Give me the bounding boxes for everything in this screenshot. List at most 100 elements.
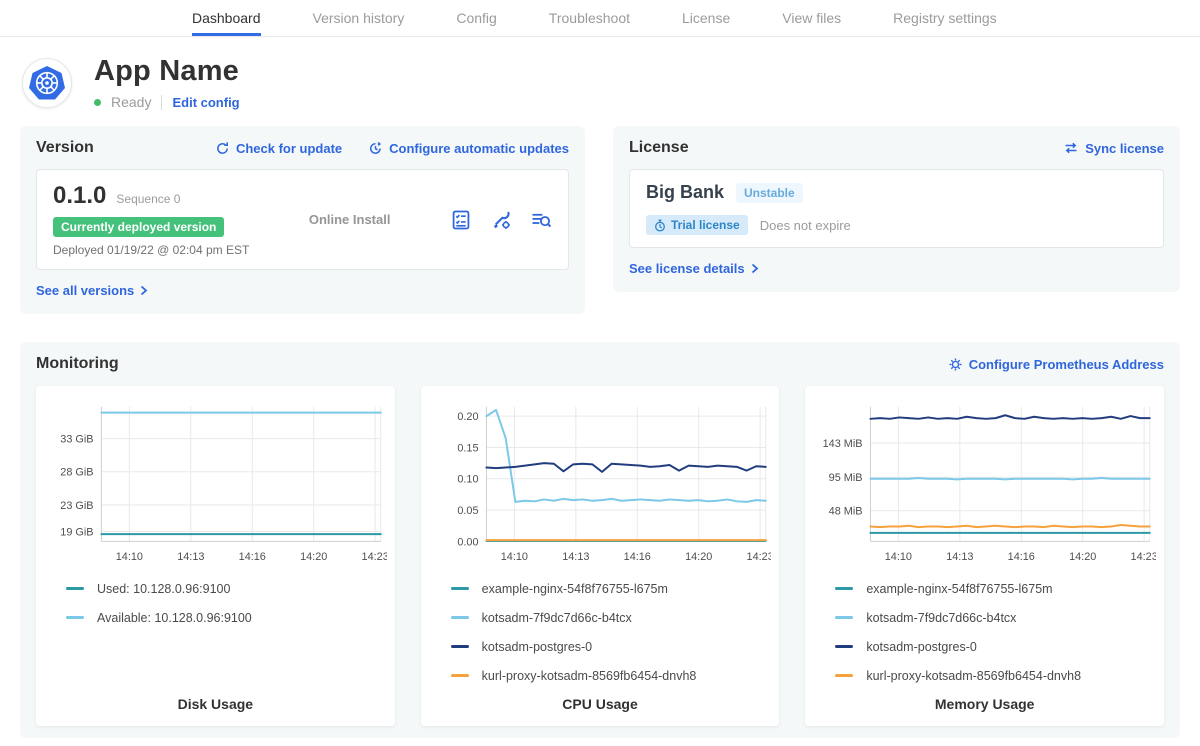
svg-text:0.15: 0.15 bbox=[457, 442, 478, 454]
svg-text:0.05: 0.05 bbox=[457, 505, 478, 517]
svg-text:14:10: 14:10 bbox=[885, 551, 912, 563]
refresh-icon bbox=[215, 141, 230, 156]
legend-label: kotsadm-postgres-0 bbox=[866, 640, 976, 654]
memory-usage-chart: 14:1014:1314:1614:2014:23143 MiB95 MiB48… bbox=[813, 396, 1156, 568]
sync-arrows-icon bbox=[1063, 141, 1079, 155]
tab-view-files[interactable]: View files bbox=[782, 0, 841, 36]
memory-usage-legend: example-nginx-54f8f76755-l675m kotsadm-7f… bbox=[835, 574, 1156, 690]
cpu-usage-legend: example-nginx-54f8f76755-l675m kotsadm-7f… bbox=[451, 574, 772, 690]
legend-item: kotsadm-7f9dc7d66c-b4tcx bbox=[451, 603, 772, 632]
svg-text:14:13: 14:13 bbox=[947, 551, 974, 563]
legend-swatch bbox=[66, 587, 84, 590]
svg-text:0.00: 0.00 bbox=[457, 536, 478, 548]
log-search-icon bbox=[530, 209, 552, 231]
version-sequence: Sequence 0 bbox=[116, 192, 180, 206]
legend-item: example-nginx-54f8f76755-l675m bbox=[835, 574, 1156, 603]
svg-text:14:13: 14:13 bbox=[177, 551, 204, 563]
license-card: License Sync license Big Bank Unstable bbox=[613, 126, 1180, 292]
customer-name: Big Bank bbox=[646, 182, 724, 203]
legend-swatch bbox=[451, 587, 469, 590]
svg-text:0.20: 0.20 bbox=[457, 411, 478, 423]
svg-text:19 GiB: 19 GiB bbox=[60, 526, 93, 538]
svg-text:23 GiB: 23 GiB bbox=[60, 500, 93, 512]
status-dot bbox=[94, 99, 101, 106]
license-expiry: Does not expire bbox=[760, 218, 851, 233]
legend-item: kotsadm-7f9dc7d66c-b4tcx bbox=[835, 603, 1156, 632]
license-card-title: License bbox=[629, 139, 689, 157]
legend-label: kotsadm-7f9dc7d66c-b4tcx bbox=[482, 611, 632, 625]
disk-usage-chart-card: 14:10 14:13 14:16 14:20 14:23 33 GiB 28 GiB 23 … bbox=[36, 386, 395, 726]
tab-troubleshoot[interactable]: Troubleshoot bbox=[549, 0, 630, 36]
legend-label: Used: 10.128.0.96:9100 bbox=[97, 582, 230, 596]
tab-registry-settings[interactable]: Registry settings bbox=[893, 0, 996, 36]
see-license-details-link[interactable]: See license details bbox=[629, 261, 759, 276]
svg-text:14:10: 14:10 bbox=[500, 551, 527, 563]
legend-item: Available: 10.128.0.96:9100 bbox=[66, 603, 387, 632]
chevron-right-icon bbox=[140, 285, 148, 296]
svg-text:95 MiB: 95 MiB bbox=[829, 472, 863, 484]
divider bbox=[161, 95, 162, 110]
version-card: Version Check for update bbox=[20, 126, 585, 314]
svg-text:14:23: 14:23 bbox=[746, 551, 771, 563]
page-title: App Name bbox=[94, 55, 240, 88]
svg-text:14:20: 14:20 bbox=[685, 551, 712, 563]
legend-label: kotsadm-7f9dc7d66c-b4tcx bbox=[866, 611, 1016, 625]
install-type-label: Online Install bbox=[309, 212, 391, 227]
tab-dashboard[interactable]: Dashboard bbox=[192, 0, 261, 36]
legend-item: example-nginx-54f8f76755-l675m bbox=[451, 574, 772, 603]
legend-label: kurl-proxy-kotsadm-8569fb6454-dnvh8 bbox=[866, 669, 1081, 683]
legend-item: kotsadm-postgres-0 bbox=[835, 632, 1156, 661]
legend-swatch bbox=[835, 645, 853, 648]
svg-text:14:13: 14:13 bbox=[562, 551, 589, 563]
chevron-right-icon bbox=[751, 263, 759, 274]
svg-text:14:16: 14:16 bbox=[623, 551, 650, 563]
configure-automatic-updates-link[interactable]: Configure automatic updates bbox=[368, 141, 569, 156]
preflight-checks-button[interactable] bbox=[450, 209, 472, 231]
kubernetes-icon bbox=[27, 63, 67, 103]
legend-item: kotsadm-postgres-0 bbox=[451, 632, 772, 661]
legend-swatch bbox=[451, 616, 469, 619]
memory-usage-chart-title: Memory Usage bbox=[813, 696, 1156, 714]
svg-text:0.10: 0.10 bbox=[457, 474, 478, 486]
see-all-versions-link[interactable]: See all versions bbox=[36, 283, 148, 298]
sync-license-link[interactable]: Sync license bbox=[1063, 141, 1164, 156]
checklist-icon bbox=[450, 209, 472, 231]
configure-prometheus-link[interactable]: Configure Prometheus Address bbox=[948, 357, 1164, 372]
deployed-badge: Currently deployed version bbox=[53, 217, 224, 237]
tab-version-history[interactable]: Version history bbox=[313, 0, 405, 36]
legend-item: kurl-proxy-kotsadm-8569fb6454-dnvh8 bbox=[451, 661, 772, 690]
license-panel: Big Bank Unstable Trial license Does not… bbox=[629, 169, 1164, 248]
edit-config-button[interactable] bbox=[490, 209, 512, 231]
svg-text:14:16: 14:16 bbox=[239, 551, 266, 563]
deployed-timestamp: Deployed 01/19/22 @ 02:04 pm EST bbox=[53, 243, 249, 257]
disk-usage-chart-title: Disk Usage bbox=[44, 696, 387, 714]
svg-text:14:20: 14:20 bbox=[1069, 551, 1096, 563]
svg-text:14:10: 14:10 bbox=[116, 551, 143, 563]
edit-config-link[interactable]: Edit config bbox=[172, 95, 239, 110]
tab-license[interactable]: License bbox=[682, 0, 730, 36]
monitoring-title: Monitoring bbox=[36, 355, 119, 373]
stopwatch-icon bbox=[654, 219, 666, 232]
legend-label: example-nginx-54f8f76755-l675m bbox=[866, 582, 1052, 596]
svg-text:14:23: 14:23 bbox=[362, 551, 387, 563]
svg-text:143 MiB: 143 MiB bbox=[823, 438, 863, 450]
svg-text:33 GiB: 33 GiB bbox=[60, 434, 93, 446]
svg-text:14:20: 14:20 bbox=[300, 551, 327, 563]
legend-label: example-nginx-54f8f76755-l675m bbox=[482, 582, 668, 596]
svg-text:28 GiB: 28 GiB bbox=[60, 467, 93, 479]
legend-swatch bbox=[451, 674, 469, 677]
current-version-panel: 0.1.0 Sequence 0 Currently deployed vers… bbox=[36, 169, 569, 270]
legend-swatch bbox=[835, 674, 853, 677]
legend-item: kurl-proxy-kotsadm-8569fb6454-dnvh8 bbox=[835, 661, 1156, 690]
tab-config[interactable]: Config bbox=[456, 0, 496, 36]
top-navigation: Dashboard Version history Config Trouble… bbox=[0, 0, 1200, 37]
deploy-logs-button[interactable] bbox=[530, 209, 552, 231]
app-header: App Name Ready Edit config bbox=[22, 55, 1180, 110]
legend-label: kotsadm-postgres-0 bbox=[482, 640, 592, 654]
legend-swatch bbox=[835, 616, 853, 619]
legend-label: kurl-proxy-kotsadm-8569fb6454-dnvh8 bbox=[482, 669, 697, 683]
gear-icon bbox=[948, 357, 963, 372]
wrench-gear-icon bbox=[490, 209, 512, 231]
check-for-update-link[interactable]: Check for update bbox=[215, 141, 342, 156]
cpu-usage-chart: 14:10 14:13 14:16 14:20 14:23 0.20 0.15 0.10 0.0… bbox=[429, 396, 772, 568]
